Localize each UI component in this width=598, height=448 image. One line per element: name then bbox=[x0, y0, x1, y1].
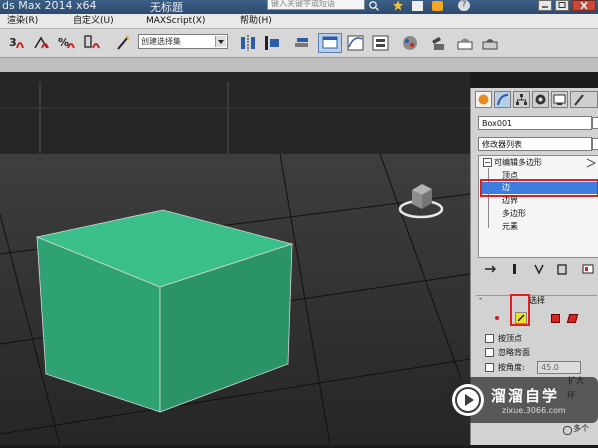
stack-item-editable-poly[interactable]: 可编辑多边形 bbox=[494, 157, 542, 168]
angle-snap-icon[interactable] bbox=[32, 33, 54, 53]
collapse-toggle[interactable]: − bbox=[483, 158, 492, 167]
box001-mesh[interactable] bbox=[35, 209, 294, 413]
ignore-backfacing-label: 忽略背面 bbox=[498, 348, 530, 357]
close-button[interactable] bbox=[572, 0, 596, 11]
ignore-backfacing-checkbox[interactable] bbox=[485, 348, 494, 357]
minimize-button[interactable] bbox=[538, 0, 552, 11]
show-end-result-icon[interactable] bbox=[508, 262, 522, 276]
multi-label: 多个 bbox=[573, 424, 589, 433]
menu-customize[interactable]: 自定义(U) bbox=[73, 14, 114, 28]
edge-mode-button[interactable] bbox=[515, 312, 527, 324]
by-vertex-label: 按顶点 bbox=[498, 334, 522, 343]
app-title: ds Max 2014 x64 bbox=[2, 0, 97, 12]
named-selection-value: 创建选择集 bbox=[141, 37, 181, 46]
element-mode-button[interactable] bbox=[566, 314, 579, 323]
named-selection-dropdown[interactable]: 创建选择集 bbox=[138, 34, 228, 49]
render-production-icon[interactable] bbox=[480, 33, 500, 53]
star-icon[interactable] bbox=[392, 0, 404, 11]
title-bar: ds Max 2014 x64 无标题 键入关键字或短语 ? bbox=[0, 0, 598, 14]
main-toolbar: 3 % 创建选择集 bbox=[0, 29, 598, 58]
viewport-scene[interactable] bbox=[0, 153, 471, 446]
hierarchy-tab-icon[interactable] bbox=[513, 91, 530, 108]
schematic-view-icon[interactable] bbox=[371, 33, 391, 53]
search-input[interactable]: 键入关键字或短语 bbox=[267, 0, 365, 10]
by-angle-spinner[interactable]: 45.0 bbox=[537, 361, 581, 374]
by-angle-label: 按角度: bbox=[498, 363, 525, 372]
modify-tab-icon[interactable] bbox=[494, 91, 511, 108]
menu-bar: 渲染(R) 自定义(U) MAXScript(X) 帮助(H) bbox=[0, 14, 598, 29]
render-frame-icon[interactable] bbox=[455, 33, 475, 53]
rollout-collapse-icon: - bbox=[479, 294, 483, 304]
menu-help[interactable]: 帮助(H) bbox=[240, 14, 272, 28]
create-tab-icon[interactable] bbox=[475, 91, 492, 108]
configure-sets-icon[interactable] bbox=[581, 262, 595, 276]
mirror-icon[interactable] bbox=[238, 33, 258, 53]
material-editor-icon[interactable] bbox=[400, 33, 420, 53]
scene-explorer-icon[interactable] bbox=[318, 33, 342, 53]
by-angle-checkbox[interactable] bbox=[485, 363, 494, 372]
chevron-down-icon bbox=[215, 36, 226, 47]
communication-center-icon[interactable] bbox=[412, 1, 423, 11]
render-setup-icon[interactable] bbox=[428, 33, 448, 53]
watermark-brand: 溜溜自学 bbox=[491, 387, 560, 405]
selection-rollout-title: 选择 bbox=[529, 296, 545, 305]
by-vertex-checkbox[interactable] bbox=[485, 334, 494, 343]
play-logo-icon bbox=[452, 384, 484, 416]
stack-item-polygon[interactable]: 多边形 bbox=[502, 208, 526, 219]
align-icon[interactable] bbox=[262, 33, 282, 53]
modifier-stack bbox=[478, 155, 598, 258]
maximize-button[interactable] bbox=[555, 0, 569, 11]
search-icon[interactable] bbox=[368, 0, 380, 11]
object-color-swatch[interactable] bbox=[592, 117, 598, 129]
viewcube-icon[interactable] bbox=[398, 176, 444, 220]
menu-render[interactable]: 渲染(R) bbox=[7, 14, 38, 28]
pin-stack-icon[interactable] bbox=[483, 262, 497, 276]
lightbulb-icon[interactable] bbox=[585, 157, 597, 168]
make-unique-icon[interactable] bbox=[533, 262, 547, 276]
display-tab-icon[interactable] bbox=[551, 91, 568, 108]
snap-3d-icon[interactable]: 3 bbox=[8, 33, 30, 53]
ribbon-strip bbox=[0, 58, 598, 72]
grid-lines-top bbox=[0, 82, 470, 154]
stack-item-border[interactable]: 边界 bbox=[502, 195, 518, 206]
percent-snap-icon[interactable]: % bbox=[57, 33, 79, 53]
motion-tab-icon[interactable] bbox=[532, 91, 549, 108]
stack-item-element[interactable]: 元素 bbox=[502, 221, 518, 232]
modifier-list-arrow[interactable] bbox=[592, 138, 598, 150]
remove-modifier-icon[interactable] bbox=[555, 262, 569, 276]
layer-manager-icon[interactable] bbox=[292, 33, 312, 53]
help-button[interactable]: ? bbox=[458, 0, 470, 11]
watermark-url: zixue.3066.com bbox=[502, 406, 566, 415]
curve-editor-icon[interactable] bbox=[346, 33, 366, 53]
object-name-field[interactable]: Box001 bbox=[478, 116, 592, 130]
menu-maxscript[interactable]: MAXScript(X) bbox=[146, 14, 205, 28]
subscription-icon[interactable] bbox=[432, 1, 443, 11]
viewport-top-band bbox=[0, 72, 470, 154]
utilities-tab-icon[interactable] bbox=[570, 91, 598, 108]
red-highlight-outline-edge bbox=[480, 179, 598, 197]
multi-radio[interactable] bbox=[563, 426, 572, 435]
document-title: 无标题 bbox=[150, 1, 183, 14]
modifier-list-dropdown[interactable]: 修改器列表 bbox=[478, 137, 592, 151]
watermark-overlay: 溜溜自学 zixue.3066.com bbox=[445, 377, 598, 423]
edit-named-selection-icon[interactable] bbox=[115, 33, 133, 53]
polygon-mode-button[interactable] bbox=[551, 314, 560, 323]
svg-text:3: 3 bbox=[9, 36, 17, 49]
stack-tree-line bbox=[488, 168, 489, 228]
spinner-snap-icon[interactable] bbox=[82, 33, 104, 53]
vertex-mode-button[interactable] bbox=[491, 312, 503, 324]
